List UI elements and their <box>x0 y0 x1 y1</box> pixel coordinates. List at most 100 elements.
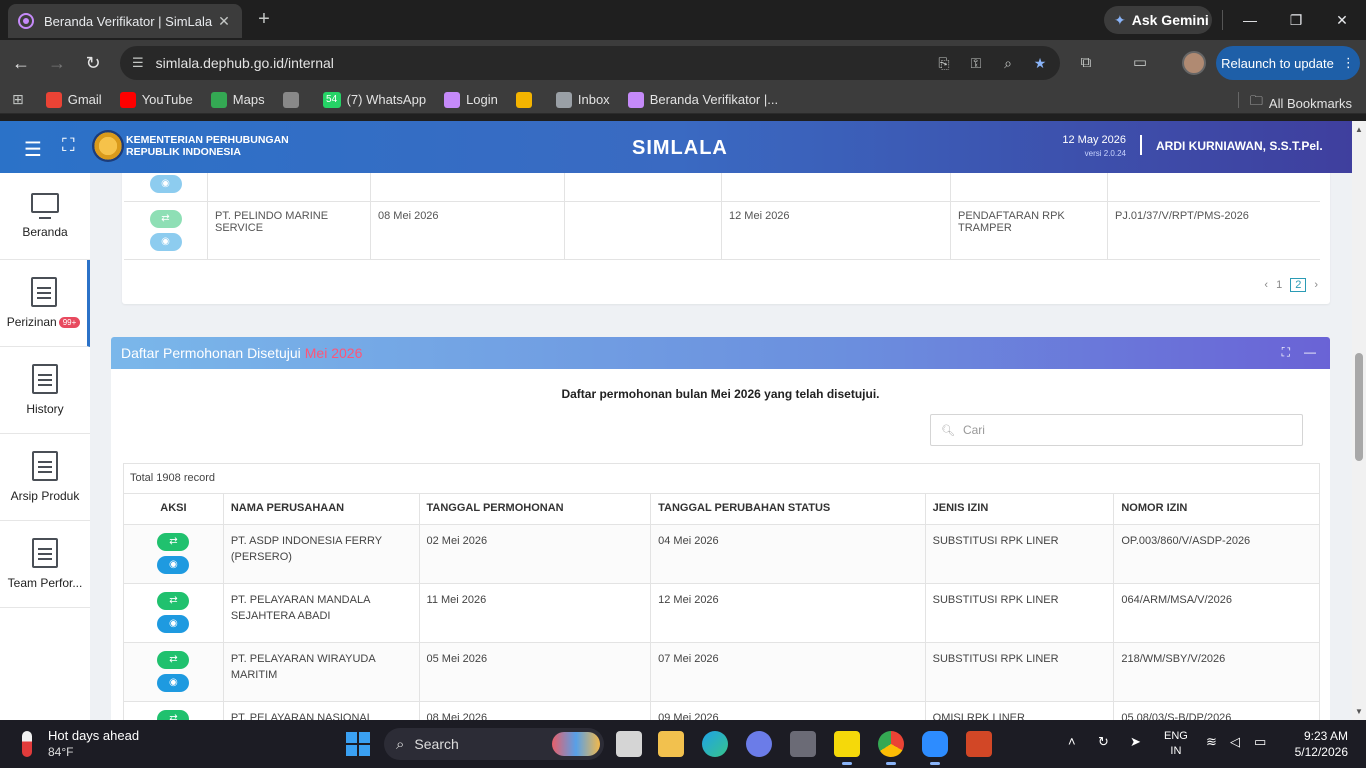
sidebar-item-arsip-produk[interactable]: Arsip Produk <box>0 434 90 521</box>
prev-page-button[interactable]: ‹ <box>1264 279 1268 291</box>
profile-avatar[interactable] <box>1182 51 1206 75</box>
password-key-icon[interactable]: ⚿ <box>966 52 986 74</box>
simlala-favicon-icon <box>18 13 34 29</box>
maximize-icon[interactable]: ❐ <box>1284 8 1308 32</box>
bookmark-item[interactable]: YouTube <box>119 91 193 108</box>
scroll-up-icon[interactable]: ▲ <box>1354 125 1364 134</box>
view-eye-icon[interactable]: ◉ <box>157 674 190 692</box>
next-page-button[interactable]: › <box>1314 279 1318 291</box>
back-icon[interactable]: ← <box>8 50 34 76</box>
aksi-cell: ⇄◉ <box>124 643 224 701</box>
close-tab-icon[interactable]: ✕ <box>216 13 232 30</box>
bookmark-item[interactable] <box>282 91 305 108</box>
chrome-icon[interactable] <box>878 731 904 765</box>
divider <box>1238 92 1239 108</box>
change-status-icon[interactable]: ⇄ <box>157 651 190 669</box>
sync-icon[interactable]: ↻ <box>1098 734 1109 750</box>
apps-grid-icon[interactable]: ⊞ <box>12 91 24 108</box>
location-icon[interactable]: ➤ <box>1130 734 1141 750</box>
forward-icon[interactable]: → <box>44 50 70 76</box>
zoom-icon[interactable]: ⌕ <box>998 52 1018 74</box>
table-body: ⇄ ◉ PT. ASDP INDONESIA FERRY (PERSERO) 02 M… <box>124 525 1319 720</box>
bookmark-label: Inbox <box>577 92 610 107</box>
language-line1: ENG <box>1164 730 1188 742</box>
ministry-logo <box>92 130 124 162</box>
volume-icon[interactable]: ◁ <box>1230 734 1240 750</box>
view-eye-icon[interactable]: ◉ <box>157 615 190 633</box>
table-cell <box>1108 173 1320 201</box>
ask-gemini-button[interactable]: ✦ Ask Gemini <box>1104 6 1212 34</box>
view-eye-icon[interactable]: ◉ <box>149 233 182 251</box>
site-settings-icon[interactable]: ☰ <box>132 55 144 71</box>
language-indicator[interactable]: ENG IN <box>1164 729 1188 759</box>
edge-browser-icon[interactable] <box>702 731 728 757</box>
column-header[interactable]: TANGGAL PERUBAHAN STATUS <box>651 494 926 524</box>
view-eye-icon[interactable]: ◉ <box>157 556 190 574</box>
change-status-icon[interactable]: ⇄ <box>157 710 190 720</box>
column-header[interactable]: NOMOR IZIN <box>1114 494 1319 524</box>
fullscreen-icon[interactable]: ⛶ <box>62 135 75 156</box>
view-eye-icon[interactable]: ◉ <box>149 175 182 193</box>
sidebar-item-history[interactable]: History <box>0 347 90 434</box>
bookmark-item[interactable]: Gmail <box>45 91 102 108</box>
app-header: ☰ ⛶ KEMENTERIAN PERHUBUNGAN REPUBLIK IND… <box>0 121 1352 173</box>
zoom-app-icon[interactable] <box>922 731 948 765</box>
weather-widget[interactable]: Hot days ahead 84°F <box>22 728 139 760</box>
mail-icon <box>555 91 572 108</box>
all-bookmarks-button[interactable]: 🗀 All Bookmarks <box>1250 92 1352 114</box>
tray-overflow-icon[interactable]: ˄ <box>1068 734 1076 749</box>
page-scrollbar[interactable]: ▲ ▼ <box>1352 121 1366 720</box>
minimize-icon[interactable]: — <box>1238 8 1262 32</box>
bookmark-item[interactable]: 54 (7) WhatsApp <box>322 91 426 108</box>
taskbar-search[interactable]: ⌕ Search <box>384 728 604 760</box>
bookmark-item[interactable]: Inbox <box>555 91 610 108</box>
bookmark-item[interactable]: Login <box>444 91 498 108</box>
scroll-down-icon[interactable]: ▼ <box>1354 707 1364 716</box>
browser-tab[interactable]: Beranda Verifikator | SimLala ✕ <box>8 4 242 38</box>
extensions-icon[interactable]: ⧉ <box>1074 51 1098 75</box>
change-status-icon[interactable]: ⇄ <box>157 592 190 610</box>
wifi-icon[interactable]: ≋ <box>1206 734 1217 750</box>
new-tab-icon[interactable]: + <box>252 8 276 32</box>
vpn-shield-icon[interactable] <box>746 731 772 757</box>
column-header[interactable]: TANGGAL PERMOHONAN <box>420 494 652 524</box>
bookmark-star-icon[interactable]: ★ <box>1030 52 1050 74</box>
hamburger-menu-icon[interactable]: ☰ <box>24 137 42 162</box>
powerpoint-icon[interactable] <box>966 731 992 757</box>
camera-app-icon[interactable] <box>790 731 816 757</box>
bookmark-item[interactable] <box>515 91 538 108</box>
sidebar-item-beranda[interactable]: Beranda <box>0 173 90 260</box>
simlala-icon <box>627 91 644 108</box>
task-view-icon[interactable] <box>616 731 642 757</box>
sidebar-item-perizinan[interactable]: Perizinan 99+ <box>0 260 90 347</box>
windows-start-icon[interactable] <box>346 732 370 756</box>
collapse-icon[interactable]: — <box>1304 345 1316 360</box>
bookmark-item[interactable]: Beranda Verifikator |... <box>627 91 778 108</box>
cast-icon[interactable]: ▭ <box>1128 51 1152 75</box>
permit-number: 05.08/03/S-B/DP/2026 <box>1121 712 1232 720</box>
sidebar-item-team-performance[interactable]: Team Perfor... <box>0 521 90 608</box>
system-clock[interactable]: 9:23 AM 5/12/2026 <box>1290 728 1348 760</box>
page-2-button[interactable]: 2 <box>1290 278 1307 292</box>
search-input[interactable]: 🔍︎ Cari <box>930 414 1303 446</box>
sticky-notes-icon[interactable] <box>834 731 860 765</box>
table-row: ⇄ ◉ PT. PELINDO MARINE SERVICE 08 Mei 20… <box>124 202 1320 260</box>
battery-icon[interactable]: ▭ <box>1254 734 1266 750</box>
user-name[interactable]: ARDI KURNIAWAN, S.S.T.Pel. <box>1156 139 1323 153</box>
change-status-icon[interactable]: ⇄ <box>157 533 190 551</box>
column-header[interactable]: JENIS IZIN <box>926 494 1115 524</box>
reload-icon[interactable]: ↻ <box>80 50 106 76</box>
close-window-icon[interactable]: ✕ <box>1330 8 1354 32</box>
scrollbar-thumb[interactable] <box>1355 353 1363 461</box>
change-status-icon[interactable]: ⇄ <box>149 210 182 228</box>
install-app-icon[interactable]: ⎘ <box>934 52 954 74</box>
kebab-menu-icon[interactable]: ⋮ <box>1342 55 1355 71</box>
bookmark-item[interactable]: Maps <box>210 91 265 108</box>
expand-icon[interactable]: ⛶ <box>1282 345 1290 360</box>
page-1-button[interactable]: 1 <box>1276 279 1282 291</box>
file-explorer-icon[interactable] <box>658 731 684 757</box>
relaunch-button[interactable]: Relaunch to update ⋮ <box>1216 46 1360 80</box>
ask-gemini-label: Ask Gemini <box>1131 12 1209 28</box>
column-header[interactable]: NAMA PERUSAHAAN <box>224 494 420 524</box>
address-bar[interactable]: ☰ simlala.dephub.go.id/internal ⎘ ⚿ ⌕ ★ <box>120 46 1060 80</box>
